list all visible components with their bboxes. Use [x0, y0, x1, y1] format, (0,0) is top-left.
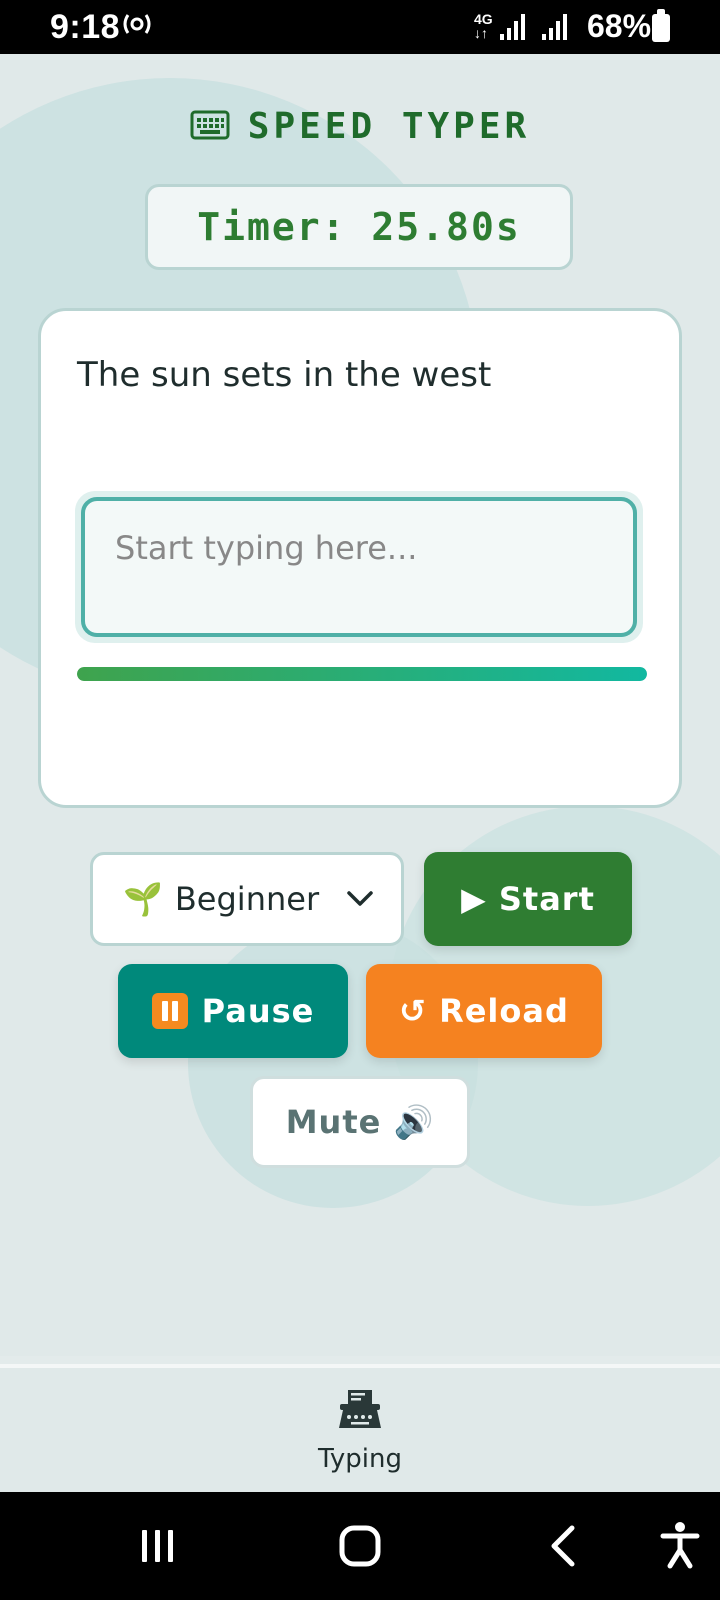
chevron-down-icon [347, 891, 373, 906]
status-bar: 9:18 4G ↓↑ 68% [0, 0, 720, 54]
status-time: 9:18 [50, 8, 121, 46]
pause-button[interactable]: Pause [118, 964, 348, 1058]
battery-percent: 68% [587, 8, 652, 44]
nav-item-typing[interactable]: Typing [0, 1388, 720, 1474]
hotspot-icon [122, 12, 152, 42]
recent-apps-icon[interactable] [138, 1526, 178, 1566]
battery-icon [652, 9, 670, 42]
signal-icon-2 [542, 14, 567, 40]
accessibility-icon[interactable] [660, 1520, 700, 1570]
back-icon[interactable] [548, 1524, 578, 1568]
start-button[interactable]: ▶ Start [424, 852, 632, 946]
system-nav-bar [0, 1492, 720, 1600]
network-type: 4G ↓↑ [474, 11, 493, 41]
home-icon[interactable] [338, 1524, 382, 1568]
typing-input[interactable]: Start typing here... [81, 497, 637, 637]
pause-icon [151, 993, 188, 1029]
mute-button[interactable]: Mute 🔊 [250, 1076, 470, 1168]
target-sentence: The sun sets in the west [77, 355, 492, 395]
typing-card: The sun sets in the west Start typing he… [38, 308, 682, 808]
app-screen: SPEED TYPER Timer: 25.80s The sun sets i… [0, 54, 720, 1356]
difficulty-selected: Beginner [174, 880, 320, 918]
keyboard-icon [190, 108, 230, 149]
pause-label: Pause [201, 992, 315, 1030]
seedling-icon: 🌱 [123, 880, 163, 918]
signal-icon [500, 14, 525, 40]
difficulty-select[interactable]: 🌱 Beginner [90, 852, 404, 946]
input-focus-ring: Start typing here... [75, 491, 643, 643]
timer-display: Timer: 25.80s [145, 184, 573, 270]
typewriter-icon [339, 1390, 381, 1428]
app-title: SPEED TYPER [0, 106, 720, 149]
progress-fill [77, 667, 647, 681]
nav-label-typing: Typing [318, 1444, 402, 1474]
bottom-nav: Typing [0, 1364, 720, 1496]
progress-bar [77, 667, 647, 681]
app-title-text: SPEED TYPER [247, 106, 531, 147]
reload-button[interactable]: ↺ Reload [366, 964, 602, 1058]
